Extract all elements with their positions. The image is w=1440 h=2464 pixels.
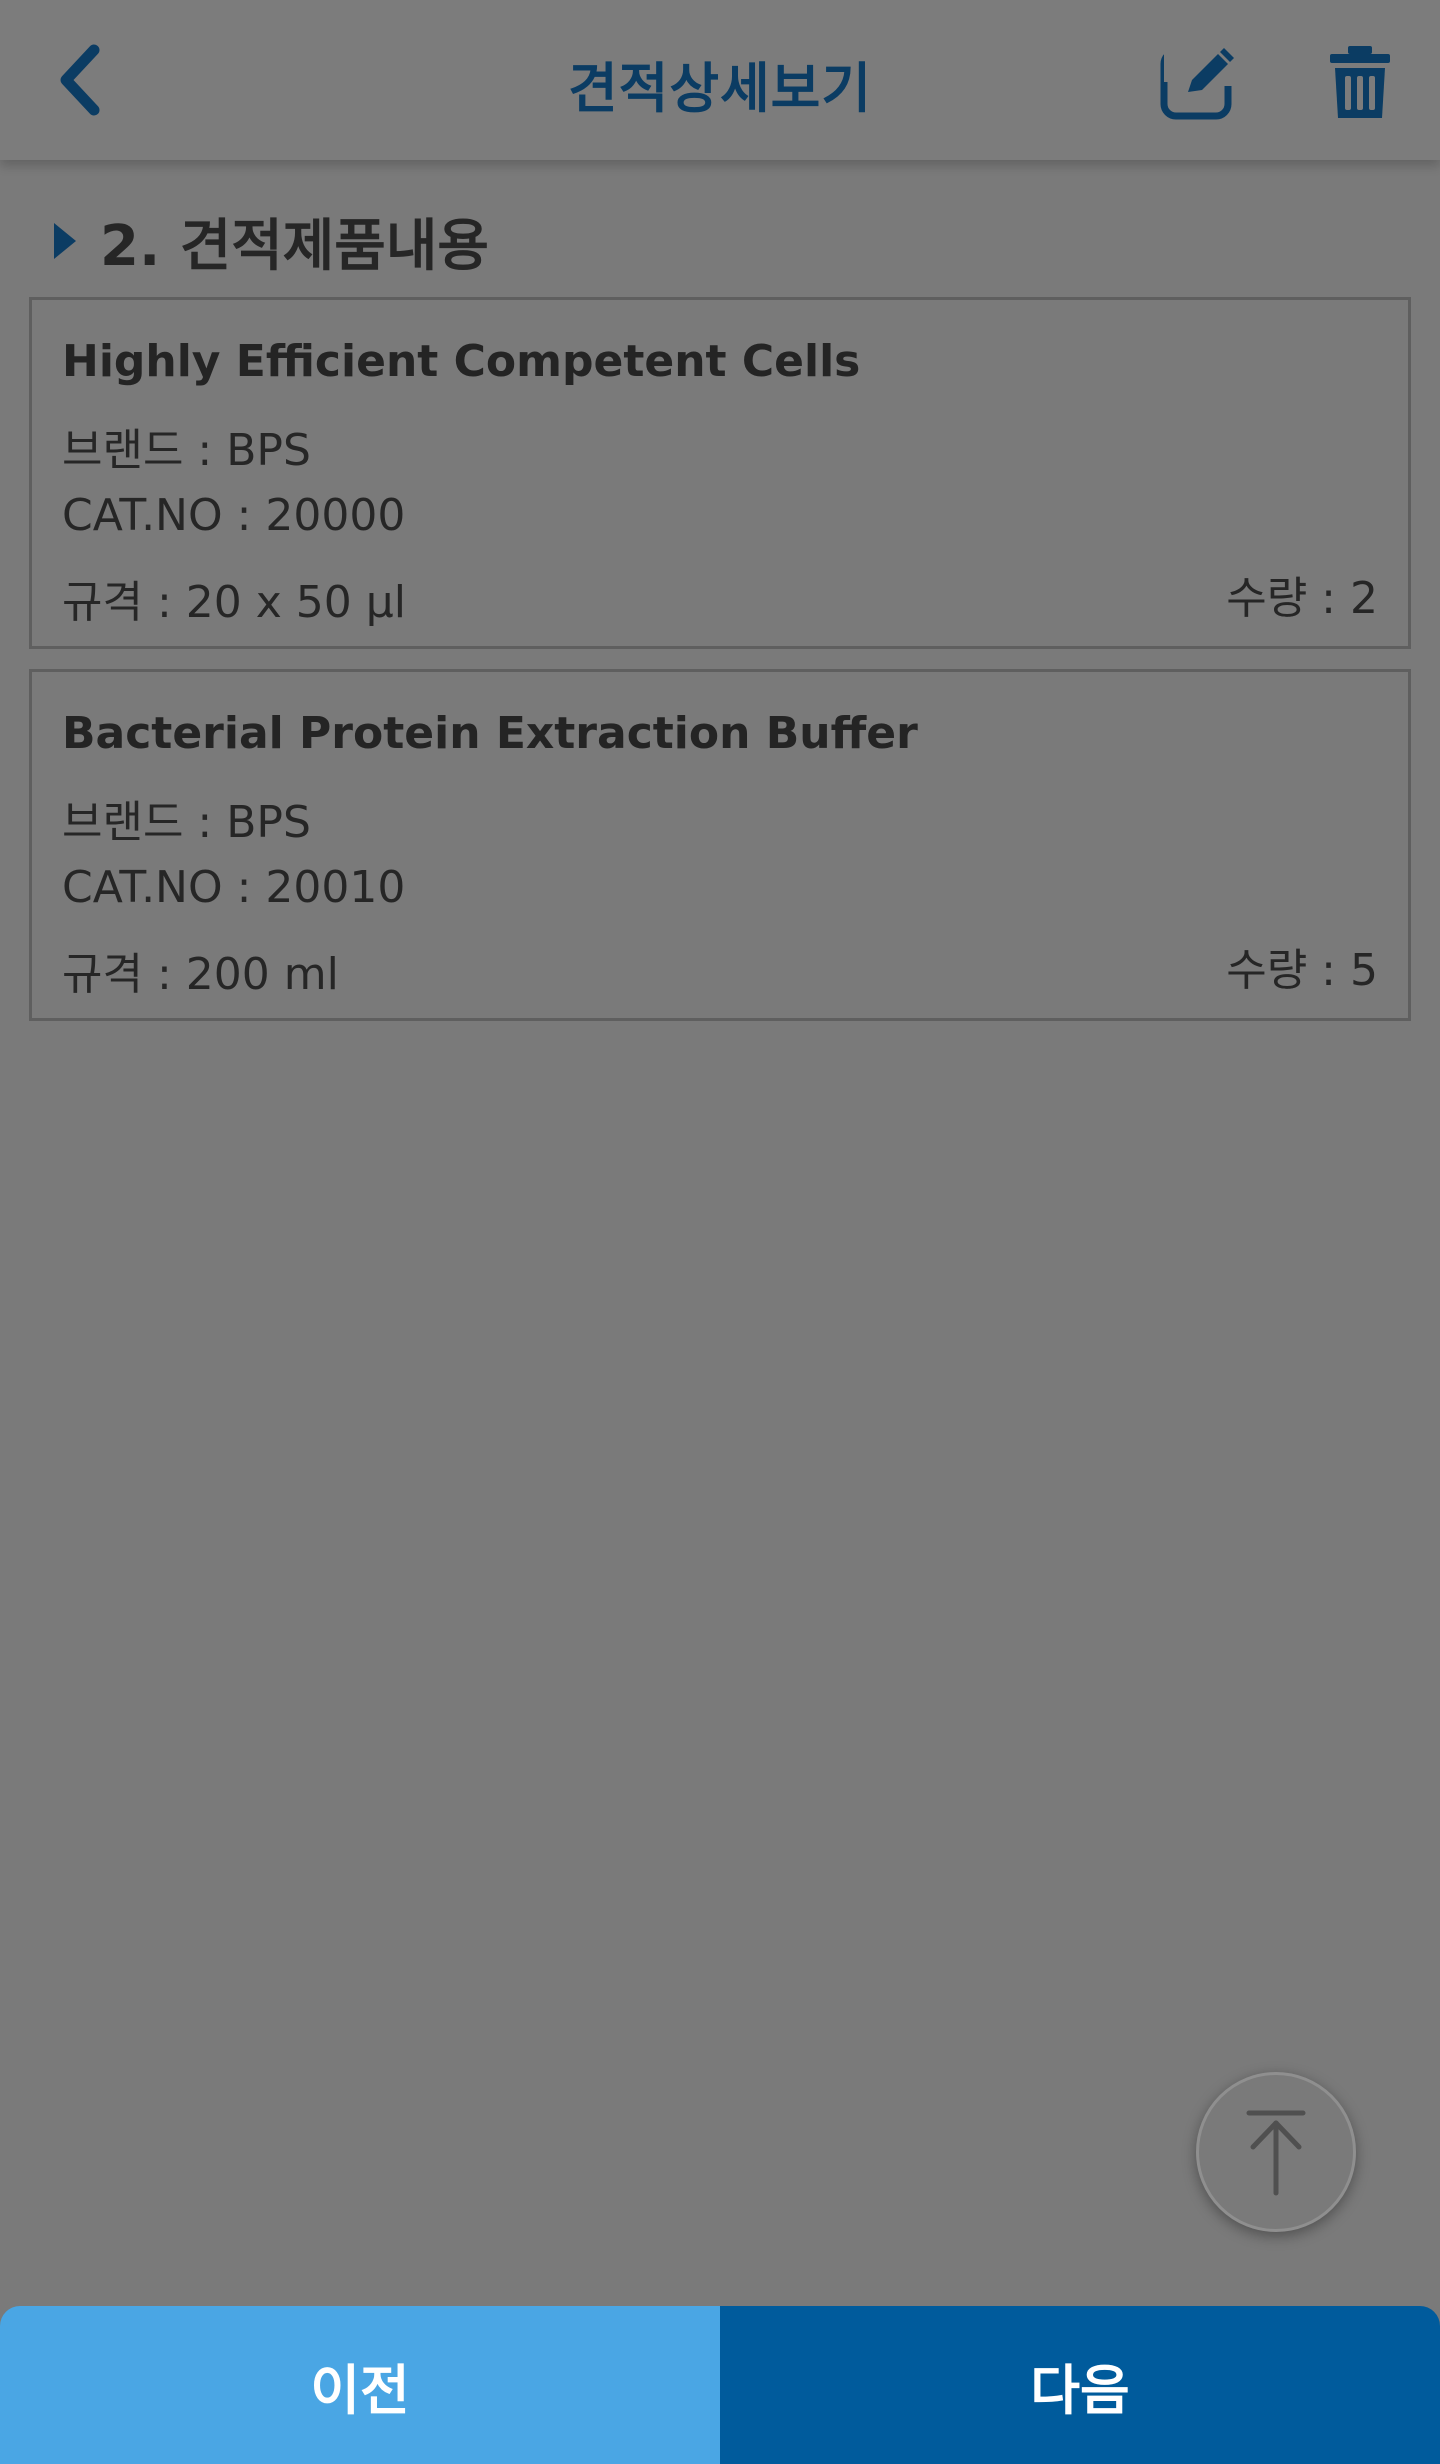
product-name: Highly Efficient Competent Cells: [62, 336, 861, 387]
product-brand: 브랜드 : BPS: [62, 425, 311, 476]
product-cat-no: CAT.NO : 20000: [62, 490, 406, 541]
arrow-up-icon: [1246, 2110, 1306, 2196]
product-quantity: 수량 : 5: [1226, 945, 1378, 996]
edit-button[interactable]: [1156, 40, 1240, 124]
quote-detail-page: 견적상세보기 2. 견적제품내용 Highly Efficient Compet…: [0, 0, 1440, 2464]
product-card[interactable]: Highly Efficient Competent Cells 브랜드 : B…: [29, 297, 1411, 649]
caret-right-icon: [54, 223, 76, 259]
app-header: 견적상세보기: [0, 0, 1440, 160]
product-card[interactable]: Bacterial Protein Extraction Buffer 브랜드 …: [29, 669, 1411, 1021]
trash-icon: [1330, 46, 1390, 118]
prev-button[interactable]: 이전: [0, 2306, 720, 2464]
product-name: Bacterial Protein Extraction Buffer: [62, 708, 918, 759]
product-spec: 규격 : 20 x 50 μl: [62, 577, 406, 628]
scroll-top-button[interactable]: [1196, 2072, 1356, 2232]
product-brand: 브랜드 : BPS: [62, 797, 311, 848]
section-heading: 2. 견적제품내용: [52, 206, 489, 279]
bottom-nav: 이전 다음: [0, 2306, 1440, 2464]
product-cat-no: CAT.NO : 20010: [62, 862, 406, 913]
next-button[interactable]: 다음: [720, 2306, 1440, 2464]
product-quantity: 수량 : 2: [1226, 573, 1378, 624]
edit-icon: [1160, 46, 1238, 120]
section-title: 2. 견적제품내용: [100, 213, 489, 279]
product-spec: 규격 : 200 ml: [62, 949, 339, 1000]
delete-button[interactable]: [1318, 40, 1402, 124]
